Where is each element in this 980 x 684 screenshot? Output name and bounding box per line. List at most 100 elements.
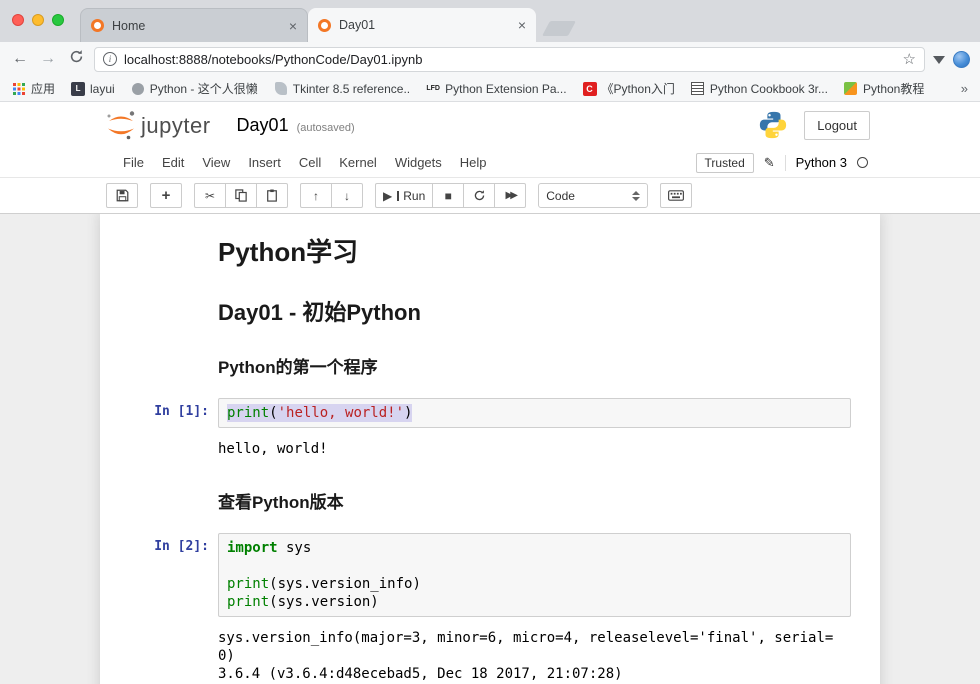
add-cell-button[interactable]: + bbox=[150, 183, 182, 208]
menu-cell[interactable]: Cell bbox=[290, 155, 330, 170]
notebook-title[interactable]: Day01 bbox=[237, 115, 289, 136]
menu-insert[interactable]: Insert bbox=[239, 155, 290, 170]
tab-label: Day01 bbox=[339, 18, 510, 32]
bookmark-label: 应用 bbox=[31, 80, 55, 97]
bookmark-apps[interactable]: 应用 bbox=[12, 80, 55, 97]
bookmark-python-blog[interactable]: Python - 这个人很懒 bbox=[131, 80, 258, 97]
bookmark-layui[interactable]: L layui bbox=[71, 82, 115, 96]
input-prompt: In [1]: bbox=[115, 398, 218, 428]
jupyter-header: jupyter Day01 (autosaved) Logout bbox=[0, 102, 980, 148]
stop-icon: ■ bbox=[445, 190, 452, 202]
back-icon[interactable]: ← bbox=[10, 50, 30, 68]
jupyter-logo[interactable]: jupyter bbox=[104, 110, 211, 140]
new-tab-button[interactable] bbox=[542, 21, 576, 36]
move-cell-down-button[interactable]: ↓ bbox=[331, 183, 363, 208]
bookmark-label: Python - 这个人很懒 bbox=[150, 80, 258, 97]
markdown-heading2-cell[interactable]: Day01 - 初始Python bbox=[218, 295, 865, 327]
cell-type-value: Code bbox=[546, 189, 575, 203]
trusted-badge[interactable]: Trusted bbox=[696, 153, 754, 173]
bookmarks-overflow-icon[interactable]: » bbox=[961, 81, 968, 96]
notebook-scroll-area[interactable]: Python学习 Day01 - 初始Python Python的第一个程序 I… bbox=[0, 214, 980, 684]
tab-home[interactable]: Home × bbox=[80, 8, 308, 42]
csdn-favicon-icon: C bbox=[583, 82, 597, 96]
fullscreen-window-button[interactable] bbox=[52, 14, 64, 26]
code-input-area[interactable]: import sys print(sys.version_info)print(… bbox=[218, 533, 851, 617]
output-prompt bbox=[115, 436, 218, 462]
markdown-heading1-cell[interactable]: Python学习 bbox=[218, 232, 865, 269]
tab-close-icon[interactable]: × bbox=[289, 19, 297, 33]
bookmark-python-cookbook[interactable]: Python Cookbook 3r... bbox=[691, 82, 828, 96]
layui-favicon-icon: L bbox=[71, 82, 85, 96]
code-cell-1[interactable]: In [1]: print('hello, world!') bbox=[115, 398, 865, 428]
address-bar[interactable]: i localhost:8888/notebooks/PythonCode/Da… bbox=[94, 47, 925, 72]
menu-kernel[interactable]: Kernel bbox=[330, 155, 386, 170]
bookmark-label: Python Cookbook 3r... bbox=[710, 82, 828, 96]
code-cell-2[interactable]: In [2]: import sys print(sys.version_inf… bbox=[115, 533, 865, 617]
extension-globe-icon[interactable] bbox=[953, 51, 970, 68]
bookmark-label: Tkinter 8.5 reference.. bbox=[293, 82, 410, 96]
close-window-button[interactable] bbox=[12, 14, 24, 26]
arrow-down-icon: ↓ bbox=[344, 190, 350, 202]
run-label: Run bbox=[403, 189, 425, 203]
forward-icon[interactable]: → bbox=[38, 50, 58, 68]
run-cell-button[interactable]: ▶ Run bbox=[375, 183, 433, 208]
cut-cell-button[interactable]: ✂ bbox=[194, 183, 226, 208]
window-controls bbox=[12, 14, 64, 26]
reload-icon[interactable] bbox=[66, 49, 86, 69]
divider bbox=[785, 155, 786, 171]
markdown-heading3-cell[interactable]: 查看Python版本 bbox=[218, 488, 865, 513]
interrupt-kernel-button[interactable]: ■ bbox=[432, 183, 464, 208]
tab-label: Home bbox=[112, 19, 281, 33]
dropdown-arrows-icon bbox=[632, 191, 640, 201]
bookmark-python-intro[interactable]: C 《Python入门 bbox=[583, 80, 675, 97]
cell-type-dropdown[interactable]: Code bbox=[538, 183, 648, 208]
code-input-area[interactable]: print('hello, world!') bbox=[218, 398, 851, 428]
restart-run-all-button[interactable]: ▶▶ bbox=[494, 183, 526, 208]
tab-day01[interactable]: Day01 × bbox=[308, 8, 536, 42]
move-cell-up-button[interactable]: ↑ bbox=[300, 183, 332, 208]
command-palette-button[interactable] bbox=[660, 183, 692, 208]
tab-strip: Home × Day01 × bbox=[80, 8, 536, 42]
menu-widgets[interactable]: Widgets bbox=[386, 155, 451, 170]
browser-window: Home × Day01 × ← → i localhost:8888/note… bbox=[0, 0, 980, 684]
logout-button[interactable]: Logout bbox=[804, 111, 870, 140]
output-area-1: hello, world! bbox=[115, 436, 865, 462]
bookmark-label: Python教程 bbox=[863, 80, 924, 97]
copy-icon bbox=[235, 189, 247, 202]
markdown-heading3-cell[interactable]: Python的第一个程序 bbox=[218, 353, 865, 378]
tab-close-icon[interactable]: × bbox=[518, 18, 526, 32]
python-logo-icon bbox=[758, 110, 788, 140]
output-text: sys.version_info(major=3, minor=6, micro… bbox=[218, 625, 851, 684]
bookmark-python-tutorial[interactable]: Python教程 bbox=[844, 80, 924, 97]
jupyter-favicon-icon bbox=[91, 19, 104, 32]
jupyter-favicon-icon bbox=[318, 19, 331, 32]
copy-cell-button[interactable] bbox=[225, 183, 257, 208]
bookmark-label: layui bbox=[90, 82, 115, 96]
url-text[interactable]: localhost:8888/notebooks/PythonCode/Day0… bbox=[124, 52, 896, 67]
edit-mode-pencil-icon: ✎ bbox=[764, 155, 775, 171]
paste-cell-button[interactable] bbox=[256, 183, 288, 208]
download-icon[interactable] bbox=[933, 56, 945, 64]
bookmark-label: Python Extension Pa... bbox=[445, 82, 566, 96]
menu-view[interactable]: View bbox=[193, 155, 239, 170]
paste-icon bbox=[266, 189, 278, 202]
bookmark-star-icon[interactable]: ☆ bbox=[903, 50, 916, 68]
book-favicon-icon bbox=[691, 82, 704, 95]
restart-icon bbox=[473, 189, 486, 202]
site-info-icon[interactable]: i bbox=[103, 52, 117, 66]
restart-kernel-button[interactable] bbox=[463, 183, 495, 208]
menu-bar: File Edit View Insert Cell Kernel Widget… bbox=[0, 148, 980, 178]
minimize-window-button[interactable] bbox=[32, 14, 44, 26]
bookmark-python-extension[interactable]: LFD Python Extension Pa... bbox=[426, 82, 566, 96]
scissors-icon: ✂ bbox=[205, 190, 215, 202]
menu-help[interactable]: Help bbox=[451, 155, 496, 170]
menu-file[interactable]: File bbox=[114, 155, 153, 170]
gray-favicon-icon bbox=[132, 83, 144, 95]
run-icon: ▶ bbox=[383, 190, 392, 202]
jupyter-logo-icon bbox=[104, 110, 138, 140]
save-button[interactable] bbox=[106, 183, 138, 208]
fast-forward-icon: ▶▶ bbox=[506, 190, 515, 201]
lfd-favicon-icon: LFD bbox=[426, 82, 440, 96]
bookmark-tkinter[interactable]: Tkinter 8.5 reference.. bbox=[274, 82, 410, 96]
menu-edit[interactable]: Edit bbox=[153, 155, 193, 170]
